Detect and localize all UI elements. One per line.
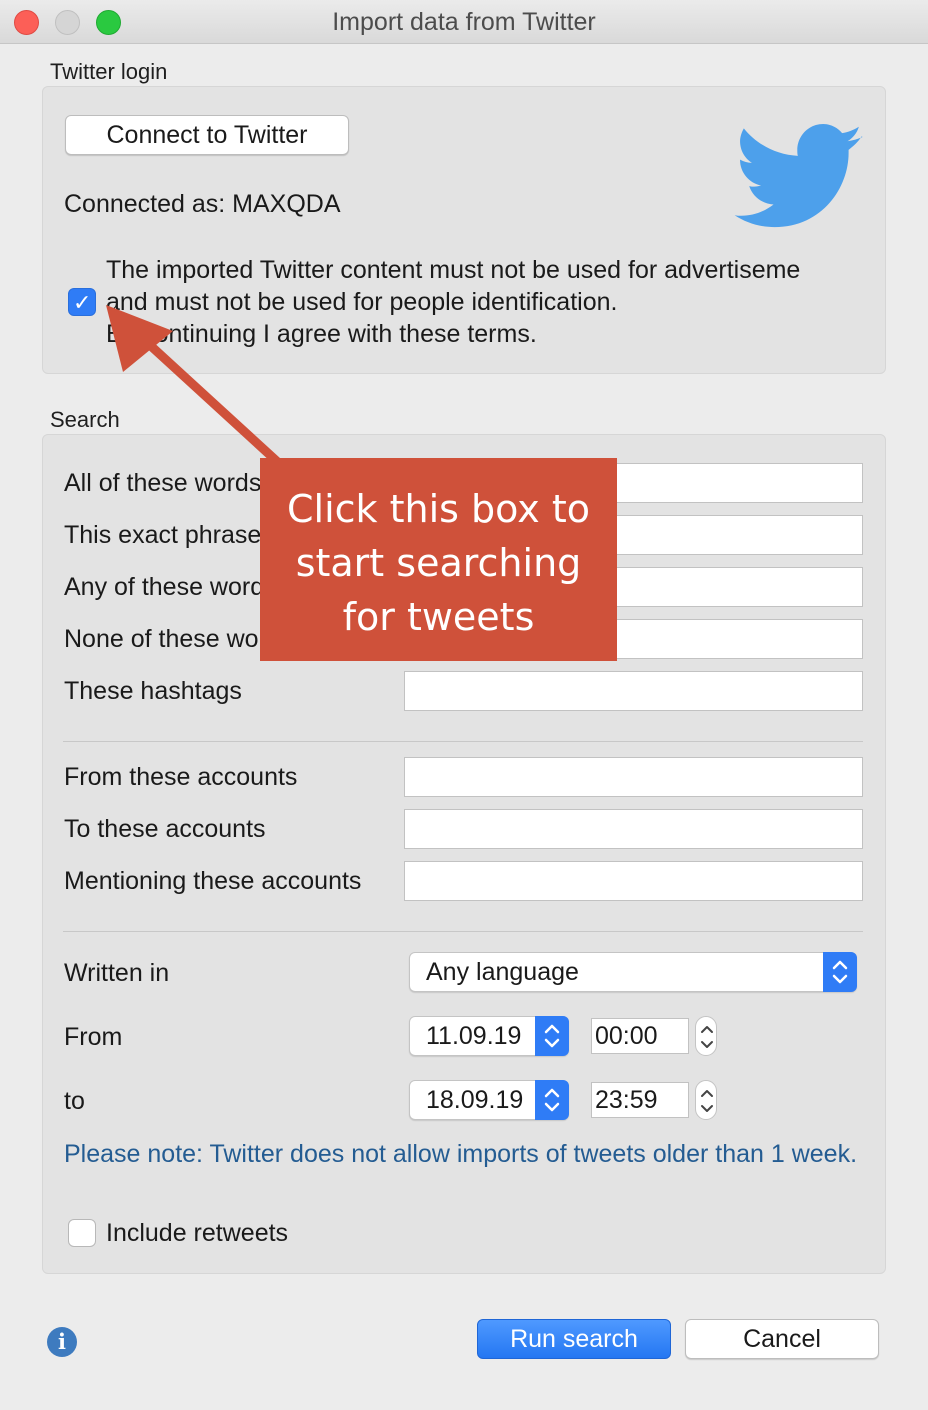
callout-line-1: Click this box to [287, 487, 590, 531]
arrow-icon [106, 305, 286, 470]
callout-box: Click this box to start searching for tw… [260, 458, 617, 661]
callout-line-2: start searching [295, 541, 582, 585]
callout-line-3: for tweets [342, 595, 535, 639]
